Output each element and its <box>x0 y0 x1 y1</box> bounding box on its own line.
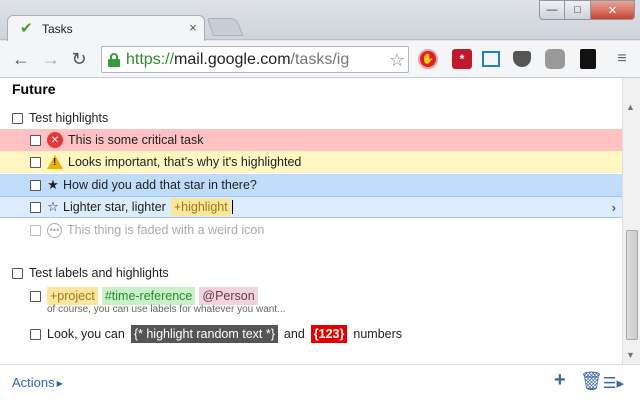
group-title: Test labels and highlights <box>29 266 169 280</box>
scrollbar-thumb[interactable] <box>626 230 638 340</box>
task-group-row[interactable]: Test highlights <box>0 107 622 129</box>
scrollbar[interactable]: ▲ ▼ <box>622 78 640 364</box>
scroll-up-arrow-icon[interactable]: ▲ <box>626 102 635 112</box>
task-text-suffix: numbers <box>353 327 403 341</box>
close-window-button[interactable]: ✕ <box>591 0 635 20</box>
minimize-button[interactable]: — <box>539 0 565 20</box>
task-text: This is some critical task <box>68 133 204 147</box>
actions-label: Actions <box>12 375 55 390</box>
close-tab-icon[interactable]: × <box>186 21 200 35</box>
task-row[interactable]: ✕ This is some critical task <box>0 129 622 151</box>
tasks-panel: Future Test highlights ✕ This is some cr… <box>0 78 622 364</box>
section-title: Future <box>12 81 56 97</box>
new-tab-button[interactable] <box>206 18 244 36</box>
task-checkbox[interactable] <box>30 201 41 213</box>
group-title: Test highlights <box>29 111 109 125</box>
group-checkbox[interactable] <box>12 267 23 279</box>
time-reference-tag: #time-reference <box>101 287 196 305</box>
menu-icon[interactable]: ≡ <box>612 49 632 69</box>
bottom-toolbar: Actions ▶ + 🗑 ☰▸ <box>0 364 640 400</box>
number-tag: {123} <box>310 325 348 343</box>
task-row[interactable]: ★ How did you add that star in there? <box>0 174 622 196</box>
task-row[interactable]: Look, you can {* highlight random text *… <box>0 323 622 345</box>
reload-icon[interactable]: ↻ <box>68 48 90 70</box>
highlight-tag: +highlight <box>170 198 231 216</box>
forward-arrow-icon[interactable]: → <box>40 48 62 70</box>
scroll-down-arrow-icon[interactable]: ▼ <box>626 350 635 360</box>
random-highlight-tag: {* highlight random text *} <box>130 325 278 343</box>
task-row[interactable]: ••• This thing is faded with a weird ico… <box>0 219 622 241</box>
triangle-right-icon: ▶ <box>56 379 63 388</box>
task-checkbox[interactable] <box>30 134 41 146</box>
pocket-icon[interactable] <box>513 51 531 67</box>
bookmark-star-icon[interactable]: ☆ <box>389 50 405 71</box>
task-text: Looks important, that's why it's highlig… <box>68 155 302 169</box>
window-controls: — □ ✕ <box>539 0 635 22</box>
screenshot-icon[interactable] <box>482 51 500 67</box>
lock-icon <box>108 53 120 67</box>
group-checkbox[interactable] <box>12 112 23 124</box>
add-task-icon[interactable]: + <box>554 369 566 392</box>
title-bar: ✔ Tasks × — □ ✕ <box>0 0 640 41</box>
warning-icon <box>47 155 63 169</box>
task-text: This thing is faded with a weird icon <box>67 223 265 237</box>
task-checkbox[interactable] <box>30 290 41 302</box>
faded-circle-icon: ••• <box>47 222 62 238</box>
kindle-icon[interactable] <box>580 49 596 69</box>
tab-title: Tasks <box>42 22 73 36</box>
person-tag: @Person <box>199 287 258 305</box>
task-text: How did you add that star in there? <box>63 178 257 192</box>
address-bar[interactable]: https://mail.google.com/tasks/ig ☆ <box>101 46 409 73</box>
list-switcher-icon[interactable]: ☰▸ <box>603 374 624 392</box>
task-checkbox[interactable] <box>30 179 41 191</box>
task-row-selected[interactable]: ☆ Lighter star, lighter +highlight › <box>0 196 622 218</box>
evernote-icon[interactable] <box>545 49 565 69</box>
critical-icon: ✕ <box>47 132 63 148</box>
task-checkbox[interactable] <box>30 156 41 168</box>
task-checkbox[interactable] <box>30 224 41 236</box>
text-caret <box>231 200 233 214</box>
project-tag: +project <box>47 287 98 305</box>
trash-icon[interactable]: 🗑 <box>580 371 603 392</box>
lastpass-icon[interactable]: * <box>452 49 472 69</box>
task-text-prefix: Look, you can <box>47 327 125 341</box>
task-row[interactable]: Looks important, that's why it's highlig… <box>0 151 622 173</box>
task-checkbox[interactable] <box>30 328 41 340</box>
task-text-middle: and <box>283 327 305 341</box>
task-text: Lighter star, lighter <box>63 200 166 214</box>
url-text: https://mail.google.com/tasks/ig <box>126 51 350 68</box>
outline-star-icon: ☆ <box>47 199 59 214</box>
chevron-right-icon[interactable]: › <box>612 200 616 215</box>
adblock-icon[interactable]: ✋ <box>418 49 438 69</box>
task-group-row[interactable]: Test labels and highlights <box>0 262 622 284</box>
checkmark-icon: ✔ <box>20 20 33 37</box>
actions-menu-button[interactable]: Actions ▶ <box>12 375 63 390</box>
maximize-button[interactable]: □ <box>565 0 591 20</box>
task-note: of course, you can use labels for whatev… <box>47 304 286 315</box>
browser-tab[interactable]: ✔ Tasks × <box>7 15 205 41</box>
browser-toolbar: ← → ↻ https://mail.google.com/tasks/ig ☆… <box>0 41 640 78</box>
back-arrow-icon[interactable]: ← <box>10 48 32 70</box>
filled-star-icon: ★ <box>47 177 59 192</box>
